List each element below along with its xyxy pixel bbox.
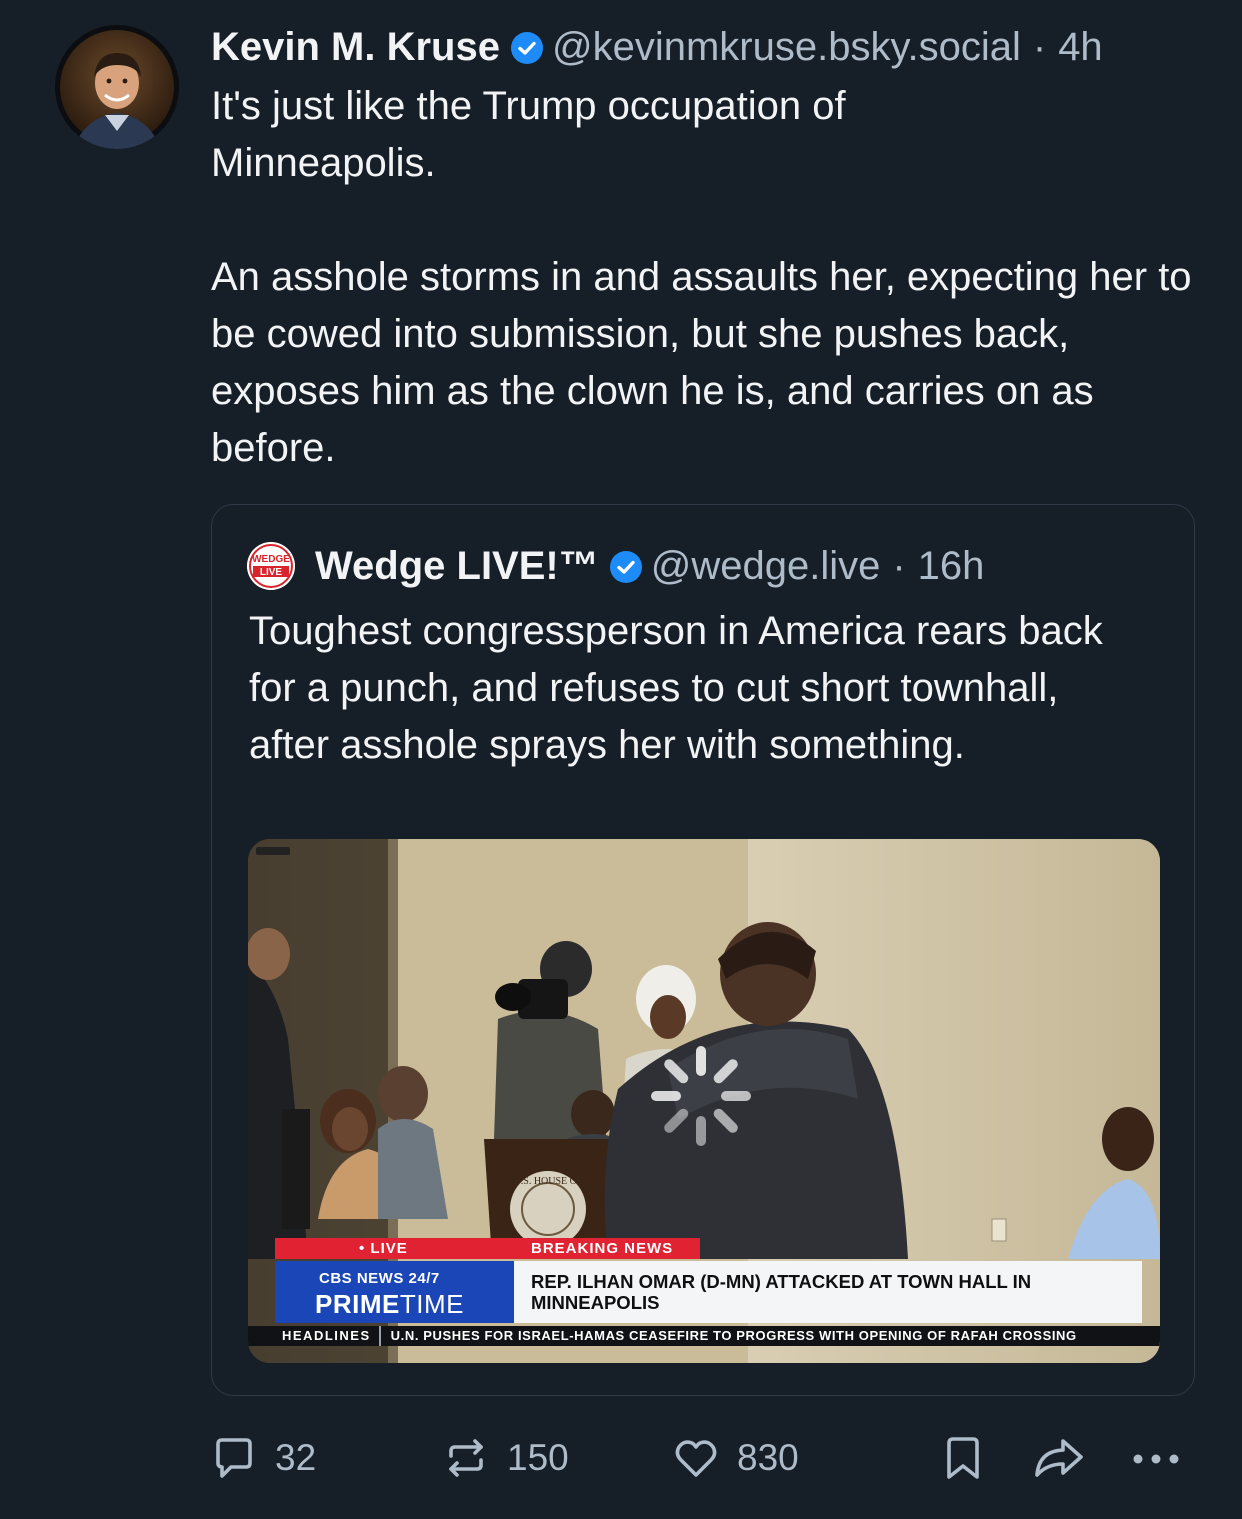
quoted-author-name[interactable]: Wedge LIVE!™ [315, 544, 599, 589]
network-name: CBS NEWS 24/7 [319, 1270, 440, 1287]
author-handle[interactable]: @kevinmkruse.bsky.social [552, 25, 1021, 70]
news-lower-third: • LIVE BREAKING NEWS CBS NEWS 24/7 PRIME… [248, 839, 1160, 1363]
like-button[interactable]: 830 [673, 1430, 799, 1486]
ticker-label: HEADLINES [248, 1326, 381, 1346]
post-header: Kevin M. Kruse @kevinmkruse.bsky.social … [211, 20, 1211, 74]
live-label: • LIVE [275, 1238, 531, 1259]
quoted-post-header: WEDGE LIVE Wedge LIVE!™ @wedge.live · 16… [247, 541, 984, 591]
repost-count: 150 [507, 1437, 569, 1478]
more-options-button[interactable] [1129, 1430, 1183, 1486]
repost-button[interactable]: 150 [443, 1430, 569, 1486]
news-ticker: HEADLINES U.N. PUSHES FOR ISRAEL-HAMAS CE… [248, 1326, 1160, 1346]
show-name-light: TIME [399, 1289, 464, 1319]
news-headline-line2: MINNEAPOLIS [531, 1292, 660, 1313]
quoted-author-avatar[interactable]: WEDGE LIVE [247, 542, 295, 590]
quoted-post[interactable]: WEDGE LIVE Wedge LIVE!™ @wedge.live · 16… [211, 504, 1195, 1396]
breaking-news-label: BREAKING NEWS [514, 1238, 700, 1259]
share-icon [1035, 1439, 1083, 1477]
post-timestamp[interactable]: 4h [1058, 25, 1103, 70]
quoted-post-text: Toughest congressperson in America rears… [249, 609, 1103, 767]
author-avatar[interactable] [55, 25, 179, 149]
post-text: It's just like the Trump occupation of M… [211, 84, 1192, 470]
more-icon [1133, 1454, 1179, 1464]
author-name[interactable]: Kevin M. Kruse [211, 25, 500, 70]
like-icon [675, 1440, 717, 1477]
news-headline: REP. ILHAN OMAR (D-MN) ATTACKED AT TOWN … [514, 1261, 1142, 1323]
bookmark-icon [947, 1437, 979, 1479]
reply-count: 32 [275, 1437, 317, 1478]
post-actions: 32 150 830 [211, 1430, 1191, 1486]
quoted-post-timestamp[interactable]: 16h [918, 544, 985, 589]
quoted-avatar-text-bottom: LIVE [260, 567, 283, 578]
quoted-verified-badge-icon [609, 549, 643, 583]
share-button[interactable] [1033, 1430, 1085, 1486]
video-corner-tag [256, 847, 290, 855]
quoted-avatar-text-top: WEDGE [252, 554, 290, 565]
post: Kevin M. Kruse @kevinmkruse.bsky.social … [211, 20, 1211, 477]
repost-icon [449, 1439, 483, 1477]
show-name: PRIMETIME [315, 1289, 464, 1320]
like-count: 830 [737, 1437, 799, 1478]
reply-icon [216, 1438, 252, 1478]
ticker-text: U.N. PUSHES FOR ISRAEL-HAMAS CEASEFIRE T… [390, 1328, 1077, 1343]
quoted-author-handle[interactable]: @wedge.live [651, 544, 881, 589]
show-name-bold: PRIME [315, 1289, 400, 1319]
video-player[interactable]: U.S. HOUSE OF • LIVE BREAKING NEWS CBS N… [248, 839, 1160, 1363]
verified-badge-icon [510, 30, 544, 64]
quoted-separator-dot: · [892, 543, 906, 588]
reply-button[interactable]: 32 [211, 1430, 316, 1486]
separator-dot: · [1032, 24, 1047, 69]
news-headline-line1: REP. ILHAN OMAR (D-MN) ATTACKED AT TOWN … [531, 1271, 1032, 1292]
network-brand: CBS NEWS 24/7 PRIMETIME [275, 1261, 514, 1323]
bookmark-button[interactable] [943, 1430, 983, 1486]
